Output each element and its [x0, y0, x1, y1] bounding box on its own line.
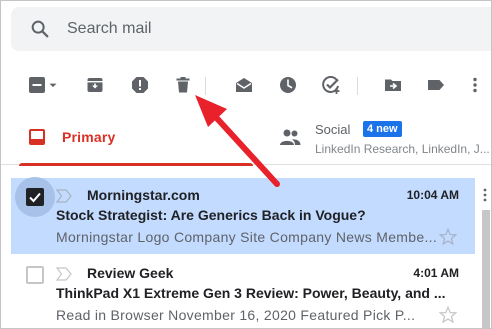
dropdown-caret-icon[interactable]: [45, 73, 61, 97]
email-snippet: Read in Browser November 16, 2020 Featur…: [56, 307, 416, 323]
inbox-icon: [29, 129, 45, 145]
tab-primary[interactable]: Primary: [19, 113, 253, 166]
email-time: 10:04 AM: [406, 188, 459, 202]
email-time: 4:01 AM: [413, 266, 459, 280]
email-sender: Morningstar.com: [87, 187, 200, 203]
new-count-badge: 4 new: [363, 121, 402, 137]
email-row[interactable]: Review Geek 4:01 AM ThinkPad X1 Extreme …: [11, 256, 475, 328]
email-subject: ThinkPad X1 Extreme Gen 3 Review: Power,…: [56, 285, 446, 301]
category-tabs: Primary Social 4 new LinkedIn Research, …: [1, 113, 491, 166]
scrollbar[interactable]: [482, 210, 490, 328]
row-more-icon[interactable]: [481, 187, 489, 203]
label-icon[interactable]: [424, 73, 448, 97]
tab-primary-label: Primary: [62, 129, 116, 145]
email-subject: Stock Strategist: Are Generics Back in V…: [56, 207, 366, 223]
mark-read-icon[interactable]: [232, 73, 256, 97]
email-sender: Review Geek: [87, 265, 174, 281]
star-icon[interactable]: [439, 306, 457, 324]
importance-marker-icon[interactable]: [56, 189, 72, 203]
tab-social-senders: LinkedIn Research, LinkedIn, J...: [315, 142, 490, 156]
move-to-icon[interactable]: [381, 73, 405, 97]
search-icon[interactable]: [29, 18, 51, 40]
delete-trash-icon[interactable]: [171, 73, 195, 97]
more-options-icon[interactable]: [463, 73, 487, 97]
toolbar: [1, 65, 491, 105]
toolbar-divider: [357, 77, 358, 95]
search-input[interactable]: Search mail: [67, 20, 151, 38]
active-tab-indicator: [19, 163, 253, 166]
archive-icon[interactable]: [83, 73, 107, 97]
tab-social[interactable]: Social 4 new LinkedIn Research, LinkedIn…: [277, 113, 491, 165]
people-icon: [280, 129, 301, 145]
email-row[interactable]: Morningstar.com 10:04 AM Stock Strategis…: [11, 177, 475, 254]
importance-marker-icon[interactable]: [56, 267, 72, 281]
row-checkbox-checked[interactable]: [26, 188, 44, 206]
toolbar-divider: [205, 77, 206, 95]
email-snippet: Morningstar Logo Company Site Company Ne…: [56, 229, 438, 245]
gmail-window: Search mail Primary Social 4 new LinkedI…: [0, 0, 492, 329]
star-icon[interactable]: [439, 228, 457, 246]
search-bar[interactable]: Search mail: [11, 7, 491, 51]
add-task-icon[interactable]: [319, 73, 343, 97]
tab-social-label: Social: [315, 122, 351, 137]
snooze-clock-icon[interactable]: [276, 73, 300, 97]
report-spam-icon[interactable]: [128, 73, 152, 97]
row-checkbox[interactable]: [26, 266, 44, 284]
